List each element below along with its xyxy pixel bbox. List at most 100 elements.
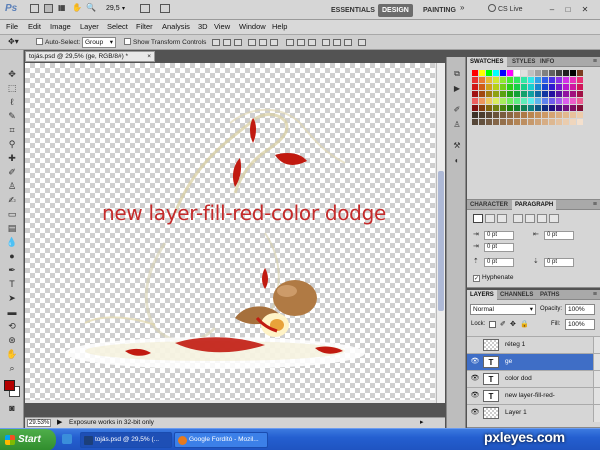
color-swatch[interactable] [493, 84, 499, 90]
eye-icon[interactable]: 👁 [470, 358, 480, 366]
history-brush-tool-icon[interactable]: ✍ [5, 194, 19, 206]
color-swatch[interactable] [521, 105, 527, 111]
distribute-bottom-icon[interactable] [308, 39, 316, 46]
color-swatch[interactable] [479, 98, 485, 104]
color-swatch[interactable] [549, 112, 555, 118]
lock-position-icon[interactable]: ✥ [510, 320, 516, 328]
color-swatch[interactable] [521, 119, 527, 125]
layer-list-scrollbar[interactable] [593, 405, 600, 422]
extras-icon[interactable]: ▦ [58, 4, 67, 13]
tab-character[interactable]: CHARACTER [467, 200, 511, 210]
status-arrow-icon[interactable]: ▸ [420, 418, 424, 428]
indent-left-field[interactable]: 0 pt [484, 231, 514, 240]
color-swatch[interactable] [542, 91, 548, 97]
color-swatch[interactable] [472, 105, 478, 111]
move-tool-icon[interactable]: ✥ [5, 68, 19, 80]
color-swatch[interactable] [479, 105, 485, 111]
color-swatch[interactable] [535, 112, 541, 118]
color-swatch[interactable] [542, 77, 548, 83]
shape-tool-icon[interactable]: ▬ [5, 306, 19, 318]
eye-icon[interactable]: 👁 [470, 375, 480, 383]
color-swatch[interactable] [493, 91, 499, 97]
quick-mask-icon[interactable]: ◙ [5, 402, 19, 414]
color-swatch[interactable] [563, 77, 569, 83]
color-swatch[interactable] [486, 70, 492, 76]
color-swatch[interactable] [528, 70, 534, 76]
align-right-text-icon[interactable] [497, 214, 507, 223]
panel-menu-icon[interactable]: ≡ [593, 57, 597, 67]
align-top-icon[interactable] [212, 39, 220, 46]
color-swatch[interactable] [570, 70, 576, 76]
arrange-documents-icon[interactable] [140, 4, 150, 13]
color-swatch[interactable] [486, 98, 492, 104]
color-swatch[interactable] [472, 84, 478, 90]
auto-select-checkbox[interactable]: Auto-Select: [36, 38, 80, 46]
color-swatch[interactable] [500, 112, 506, 118]
color-swatch[interactable] [563, 112, 569, 118]
color-swatch[interactable] [528, 119, 534, 125]
color-swatch[interactable] [528, 84, 534, 90]
menu-view[interactable]: View [214, 22, 230, 31]
lock-all-icon[interactable]: 🔒 [520, 320, 529, 328]
align-right-icon[interactable] [270, 39, 278, 46]
color-swatch[interactable] [556, 91, 562, 97]
color-swatch[interactable] [570, 105, 576, 111]
color-swatch[interactable] [472, 91, 478, 97]
color-swatch[interactable] [563, 84, 569, 90]
distribute-hcenter-icon[interactable] [333, 39, 341, 46]
pen-tool-icon[interactable]: ✒ [5, 264, 19, 276]
document-info-icon[interactable]: ▶ [57, 418, 66, 427]
color-swatch[interactable] [542, 105, 548, 111]
gradient-tool-icon[interactable]: ▤ [5, 222, 19, 234]
tab-layers[interactable]: LAYERS [467, 290, 497, 300]
color-swatch[interactable] [507, 91, 513, 97]
menu-help[interactable]: Help [272, 22, 287, 31]
opacity-field[interactable]: 100% [565, 304, 595, 315]
color-swatch[interactable] [514, 91, 520, 97]
color-swatch[interactable] [493, 70, 499, 76]
menu-3d[interactable]: 3D [198, 22, 208, 31]
align-vcenter-icon[interactable] [223, 39, 231, 46]
color-swatch[interactable] [549, 98, 555, 104]
color-swatch[interactable] [472, 77, 478, 83]
history-panel-icon[interactable]: ⧉ [451, 69, 463, 79]
color-swatch[interactable] [570, 77, 576, 83]
color-swatch[interactable] [535, 77, 541, 83]
color-swatch[interactable] [507, 70, 513, 76]
menu-select[interactable]: Select [107, 22, 128, 31]
color-swatch[interactable] [486, 119, 492, 125]
zoom-level[interactable]: 29,5 [106, 5, 120, 12]
color-swatch[interactable] [507, 77, 513, 83]
auto-select-dropdown[interactable]: Group ▾ [82, 37, 116, 48]
color-swatch[interactable] [528, 91, 534, 97]
color-swatch[interactable] [577, 70, 583, 76]
color-swatch[interactable] [514, 119, 520, 125]
color-swatch[interactable] [542, 112, 548, 118]
indent-right-field[interactable]: 0 pt [544, 231, 574, 240]
align-left-icon[interactable] [248, 39, 256, 46]
tab-channels[interactable]: CHANNELS [497, 290, 536, 300]
justify-last-right-icon[interactable] [537, 214, 547, 223]
brush-panel-icon[interactable]: ✐ [451, 105, 463, 115]
color-swatch[interactable] [493, 105, 499, 111]
color-swatch[interactable] [500, 77, 506, 83]
color-swatch[interactable] [549, 91, 555, 97]
color-swatch[interactable] [577, 112, 583, 118]
color-swatch[interactable] [486, 77, 492, 83]
hand-tool-icon[interactable]: ✋ [5, 348, 19, 360]
color-swatch[interactable] [542, 98, 548, 104]
space-before-field[interactable]: 0 pt [484, 258, 514, 267]
space-after-field[interactable]: 0 pt [544, 258, 574, 267]
mini-bridge-icon[interactable] [44, 4, 53, 13]
dodge-tool-icon[interactable]: ● [5, 250, 19, 262]
color-swatch[interactable] [563, 119, 569, 125]
color-swatch[interactable] [472, 112, 478, 118]
panel-menu-icon[interactable]: ≡ [593, 290, 597, 300]
menu-file[interactable]: File [6, 22, 18, 31]
color-swatch[interactable] [514, 84, 520, 90]
color-swatch[interactable] [549, 77, 555, 83]
adjustments-panel-icon[interactable]: ◐ [451, 156, 463, 166]
color-swatch[interactable] [479, 119, 485, 125]
color-swatch[interactable] [479, 84, 485, 90]
indent-first-line-field[interactable]: 0 pt [484, 243, 514, 252]
